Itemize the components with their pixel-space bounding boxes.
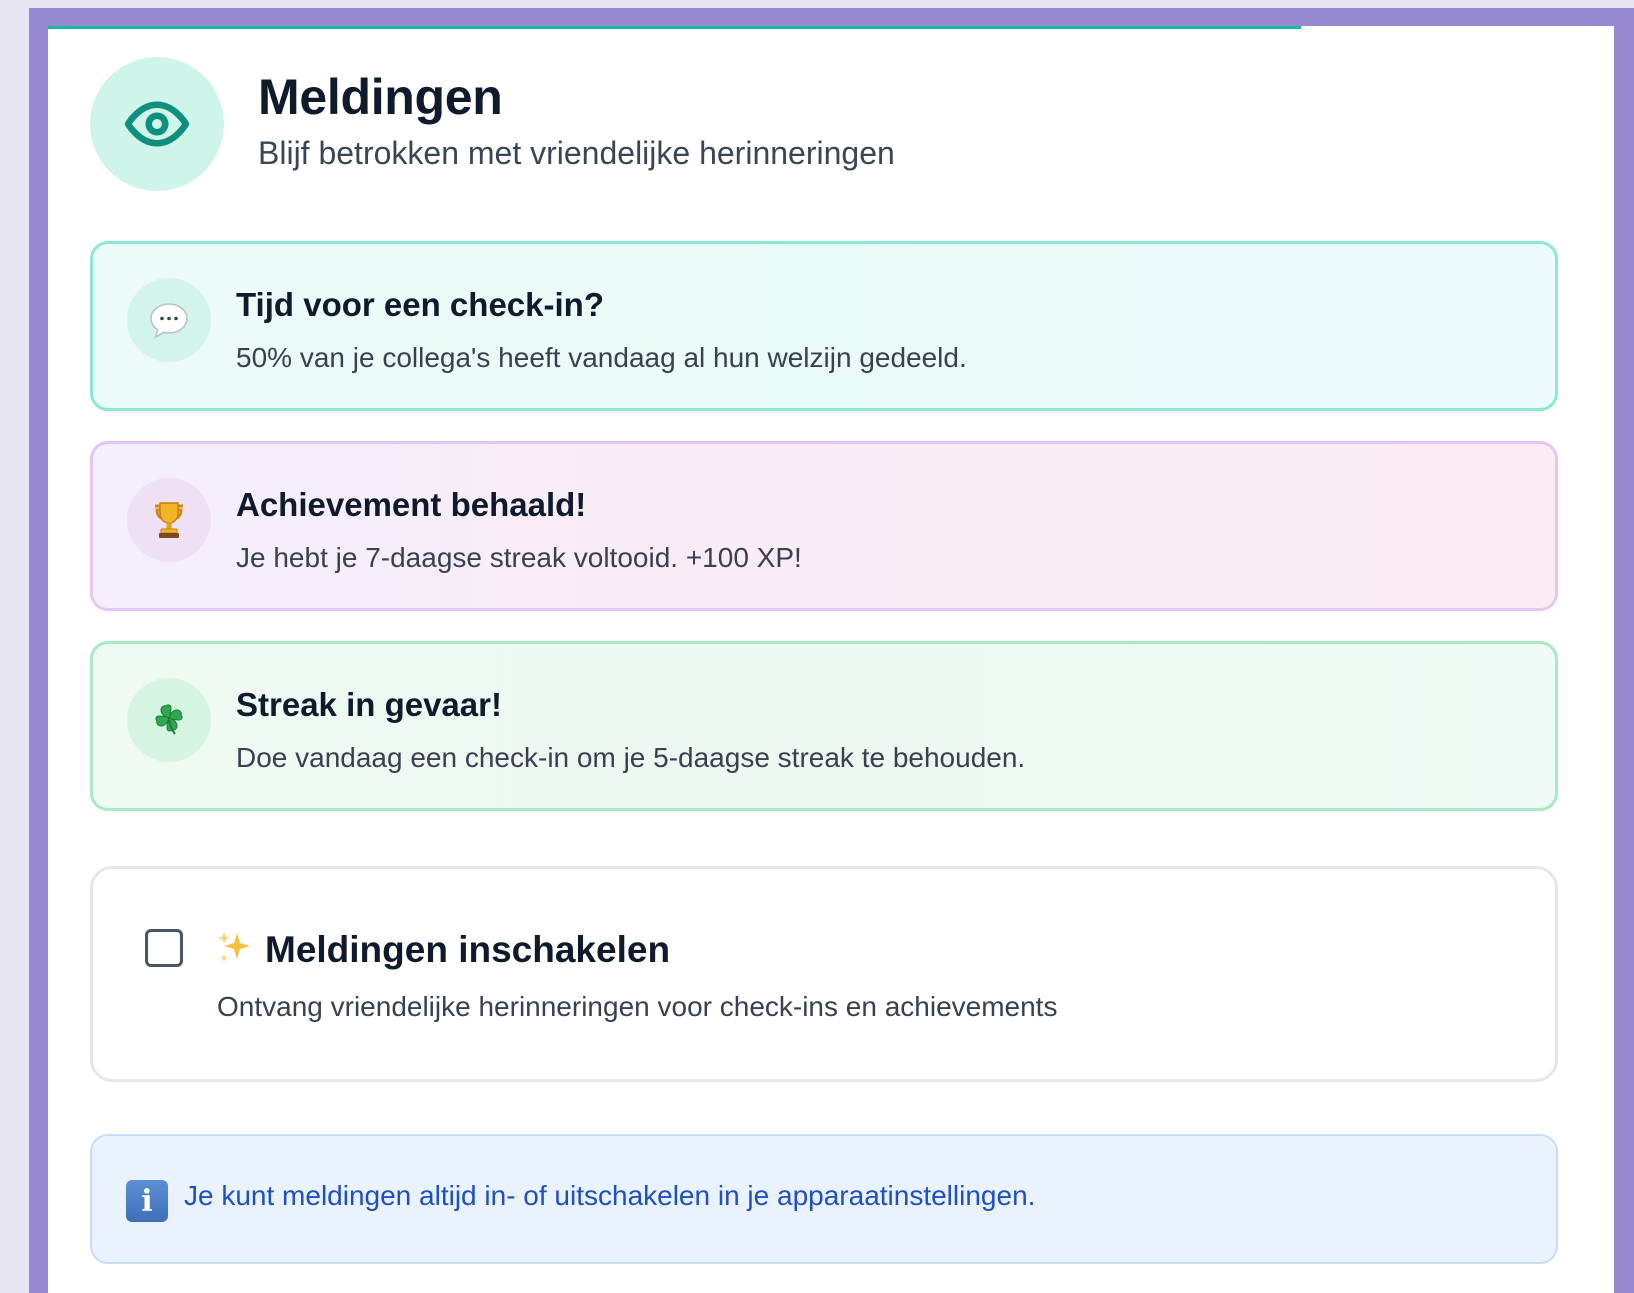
info-banner: i Je kunt meldingen altijd in- of uitsch… bbox=[90, 1134, 1558, 1264]
page-header: Meldingen Blijf betrokken met vriendelij… bbox=[90, 57, 895, 191]
header-text: Meldingen Blijf betrokken met vriendelij… bbox=[258, 70, 895, 172]
info-text: Je kunt meldingen altijd in- of uitschak… bbox=[184, 1180, 1036, 1211]
progress-indicator bbox=[48, 26, 1301, 29]
page-subtitle: Blijf betrokken met vriendelijke herinne… bbox=[258, 135, 895, 171]
four-leaf-clover-icon bbox=[127, 678, 211, 762]
toggle-description: Ontvang vriendelijke herinneringen voor … bbox=[217, 991, 1058, 1022]
notification-title: Achievement behaald! bbox=[236, 486, 587, 523]
eye-icon bbox=[90, 57, 224, 191]
info-icon: i bbox=[126, 1180, 168, 1222]
speech-bubble-icon bbox=[127, 278, 211, 362]
enable-notifications-card[interactable]: Meldingen inschakelen Ontvang vriendelij… bbox=[90, 866, 1558, 1082]
toggle-label: Meldingen inschakelen bbox=[265, 928, 671, 970]
notification-card-achievement: Achievement behaald! Je hebt je 7-daagse… bbox=[90, 441, 1558, 611]
notification-card-checkin: Tijd voor een check-in? 50% van je colle… bbox=[90, 241, 1558, 411]
enable-notifications-checkbox[interactable] bbox=[145, 929, 183, 967]
toggle-title[interactable]: Meldingen inschakelen bbox=[215, 927, 670, 972]
notification-title: Tijd voor een check-in? bbox=[236, 286, 604, 323]
notification-body: Doe vandaag een check-in om je 5-daagse … bbox=[236, 742, 1026, 773]
page-title: Meldingen bbox=[258, 69, 503, 125]
sparkles-icon bbox=[215, 927, 255, 972]
trophy-icon bbox=[127, 478, 211, 562]
notification-body: Je hebt je 7-daagse streak voltooid. +10… bbox=[236, 542, 802, 573]
notification-card-streak: Streak in gevaar! Doe vandaag een check-… bbox=[90, 641, 1558, 811]
notifications-panel: Meldingen Blijf betrokken met vriendelij… bbox=[48, 26, 1614, 1293]
notification-title: Streak in gevaar! bbox=[236, 686, 502, 723]
notification-body: 50% van je collega's heeft vandaag al hu… bbox=[236, 342, 967, 373]
app-frame: Meldingen Blijf betrokken met vriendelij… bbox=[29, 8, 1634, 1293]
